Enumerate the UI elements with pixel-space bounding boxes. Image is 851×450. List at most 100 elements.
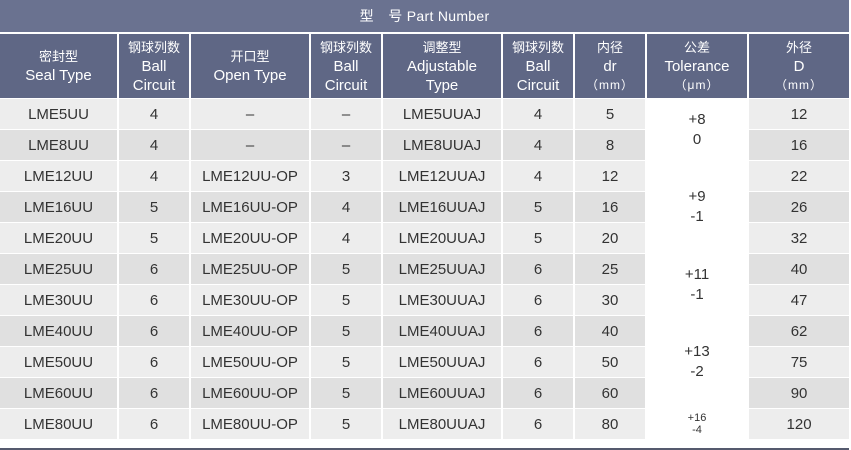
header-cn: 钢球列数 — [319, 39, 372, 55]
ball-circuit-cell: 6 — [501, 315, 574, 347]
header-tolerance: 公差 Tolerance （μm） — [645, 33, 748, 99]
tolerance-lower: -2 — [690, 363, 704, 380]
tolerance-lower: -4 — [692, 424, 702, 436]
tolerance-cell: +16 -4 — [645, 408, 748, 439]
ball-circuit-cell: 6 — [117, 284, 190, 316]
header-unit: （μm） — [674, 77, 720, 92]
header-en: Seal Type — [25, 67, 92, 84]
header-en2: Circuit — [132, 76, 176, 94]
inner-diameter-cell: 30 — [573, 284, 646, 316]
ball-circuit-cell: 6 — [117, 408, 190, 439]
header-en: D — [793, 57, 805, 75]
table-row: LME5UU 4 – – LME5UUAJ 4 5 +8 0 12 — [0, 98, 850, 161]
tolerance-upper: +11 — [684, 265, 710, 283]
header-inner-diameter: 内径 dr （mm） — [573, 33, 646, 99]
header-cn: 公差 — [683, 39, 710, 55]
ball-circuit-cell: 6 — [117, 377, 190, 409]
open-type-cell: LME60UU-OP — [189, 377, 310, 409]
header-en2: Circuit — [516, 76, 560, 94]
ball-circuit-cell: 4 — [117, 160, 190, 192]
ball-circuit-cell: 5 — [501, 222, 574, 254]
outer-diameter-cell: 12 — [746, 98, 850, 130]
ball-circuit-cell: 5 — [309, 253, 382, 285]
inner-diameter-cell: 60 — [573, 377, 646, 409]
header-outer-diameter: 外径 D （mm） — [746, 33, 850, 99]
header-cn: 钢球列数 — [127, 39, 180, 55]
tolerance-lower: -1 — [690, 208, 704, 225]
outer-diameter-cell: 47 — [746, 284, 850, 316]
adjustable-type-cell: LME40UUAJ — [381, 315, 502, 347]
seal-type-cell: LME5UU — [0, 98, 118, 130]
open-type-cell: LME80UU-OP — [189, 408, 310, 439]
header-cn: 钢球列数 — [511, 39, 564, 55]
header-cn: 外径 — [786, 39, 813, 55]
adjustable-type-cell: LME80UUAJ — [381, 408, 502, 439]
ball-circuit-cell: – — [309, 98, 382, 130]
inner-diameter-cell: 16 — [573, 191, 646, 223]
outer-diameter-cell: 26 — [746, 191, 850, 223]
header-en: dr — [603, 57, 617, 75]
header-en: Ball — [525, 57, 551, 75]
header-en: Ball — [141, 57, 167, 75]
open-type-cell: LME20UU-OP — [189, 222, 310, 254]
outer-diameter-cell: 32 — [746, 222, 850, 254]
tolerance-cell: +9 -1 — [645, 160, 748, 254]
ball-circuit-cell: 5 — [309, 284, 382, 316]
outer-diameter-cell: 120 — [746, 408, 850, 439]
outer-diameter-cell: 22 — [746, 160, 850, 192]
outer-diameter-cell: 75 — [746, 346, 850, 378]
adjustable-type-cell: LME5UUAJ — [381, 98, 502, 130]
tolerance-lower: 0 — [692, 130, 702, 148]
open-type-cell: – — [189, 98, 310, 130]
header-adjustable-type: 调整型 Adjustable Type — [381, 33, 502, 99]
ball-circuit-cell: 4 — [309, 222, 382, 254]
ball-circuit-cell: 5 — [117, 191, 190, 223]
ball-circuit-cell: 6 — [117, 315, 190, 347]
ball-circuit-cell: 4 — [501, 160, 574, 192]
header-cn: 开口型 — [230, 49, 270, 64]
table-title: 型 号 Part Number — [0, 0, 850, 34]
ball-circuit-cell: 4 — [309, 191, 382, 223]
ball-circuit-cell: 5 — [309, 315, 382, 347]
inner-diameter-cell: 40 — [573, 315, 646, 347]
adjustable-type-cell: LME8UUAJ — [381, 129, 502, 161]
tolerance-upper: +13 — [684, 343, 710, 360]
tolerance-upper: +8 — [688, 110, 706, 128]
adjustable-type-cell: LME20UUAJ — [381, 222, 502, 254]
seal-type-cell: LME8UU — [0, 129, 118, 161]
table-row: LME25UU 6 LME25UU-OP 5 LME25UUAJ 6 25 +1… — [0, 253, 850, 316]
header-cn: 内径 — [596, 39, 623, 55]
adjustable-type-cell: LME12UUAJ — [381, 160, 502, 192]
ball-circuit-cell: 5 — [117, 222, 190, 254]
header-en: Adjustable — [406, 57, 478, 75]
ball-circuit-cell: 6 — [117, 253, 190, 285]
outer-diameter-cell: 90 — [746, 377, 850, 409]
header-unit: （mm） — [586, 77, 634, 92]
seal-type-cell: LME12UU — [0, 160, 118, 192]
seal-type-cell: LME40UU — [0, 315, 118, 347]
inner-diameter-cell: 80 — [573, 408, 646, 439]
header-unit: （mm） — [775, 77, 824, 92]
ball-circuit-cell: 6 — [501, 284, 574, 316]
inner-diameter-cell: 5 — [573, 98, 646, 130]
open-type-cell: LME12UU-OP — [189, 160, 310, 192]
table-row: LME80UU 6 LME80UU-OP 5 LME80UUAJ 6 80 +1… — [0, 408, 850, 439]
ball-circuit-cell: – — [309, 129, 382, 161]
ball-circuit-cell: 6 — [501, 377, 574, 409]
table-row: LME12UU 4 LME12UU-OP 3 LME12UUAJ 4 12 +9… — [0, 160, 850, 254]
tolerance-upper: +16 — [687, 412, 707, 424]
open-type-cell: LME16UU-OP — [189, 191, 310, 223]
header-ball-circuit-seal: 钢球列数 Ball Circuit — [117, 33, 190, 99]
ball-circuit-cell: 5 — [309, 377, 382, 409]
adjustable-type-cell: LME16UUAJ — [381, 191, 502, 223]
tolerance-cell: +8 0 — [645, 98, 748, 161]
part-number-table-container: 型 号 Part Number 密封型 Seal Type 钢球列数 Ball … — [0, 0, 850, 450]
ball-circuit-cell: 4 — [501, 129, 574, 161]
adjustable-type-cell: LME25UUAJ — [381, 253, 502, 285]
outer-diameter-cell: 62 — [746, 315, 850, 347]
seal-type-cell: LME50UU — [0, 346, 118, 378]
open-type-cell: LME50UU-OP — [189, 346, 310, 378]
header-en: Ball — [333, 57, 359, 75]
ball-circuit-cell: 6 — [117, 346, 190, 378]
tolerance-upper: +9 — [688, 188, 706, 205]
